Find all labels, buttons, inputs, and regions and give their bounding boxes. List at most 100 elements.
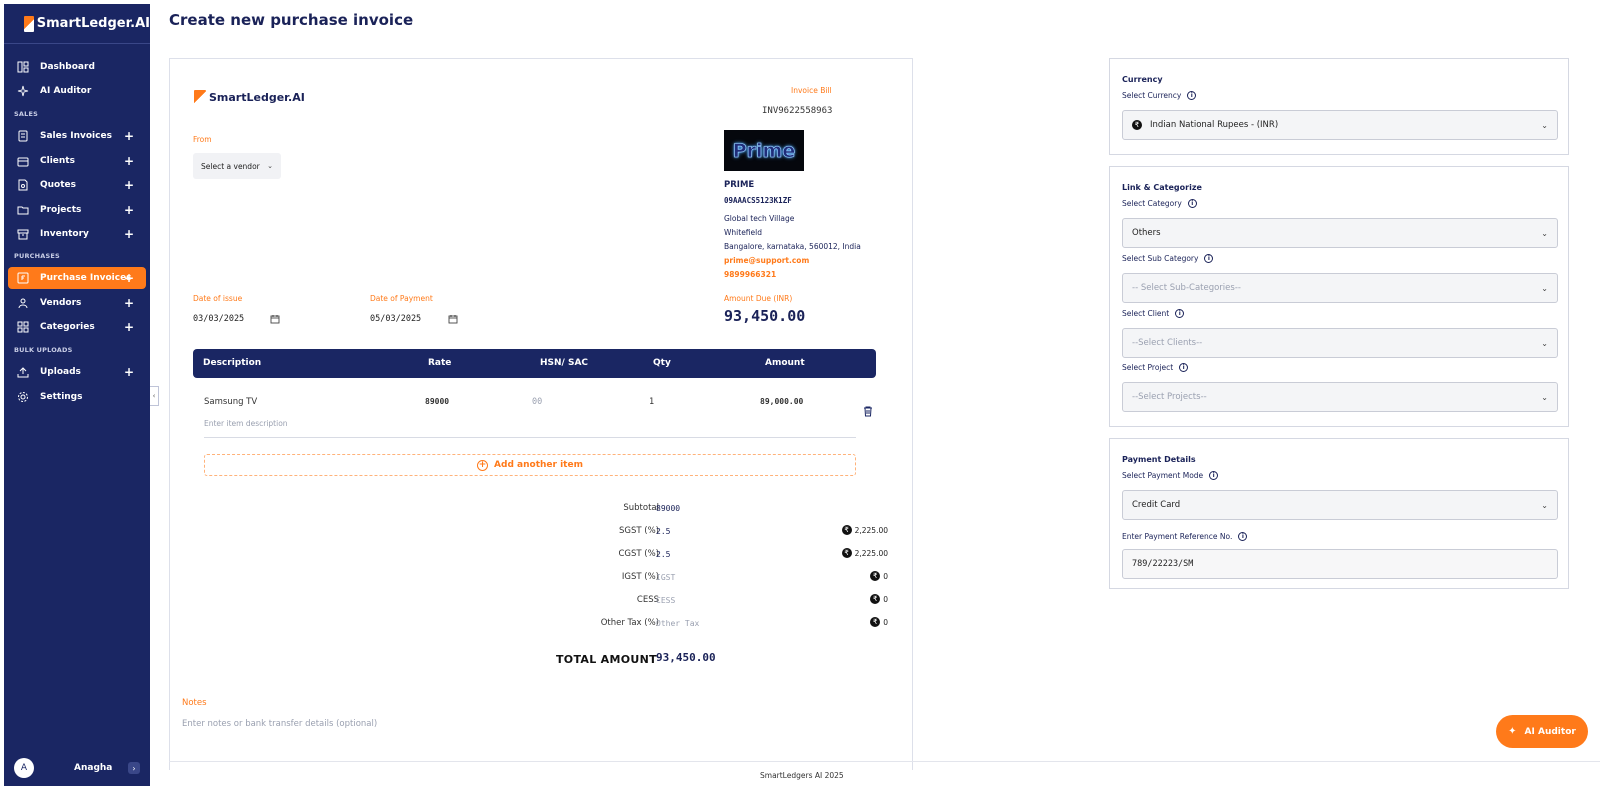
chevron-down-icon: ⌄ [1541,228,1548,238]
sidebar-item-settings[interactable]: Settings [8,386,146,408]
subcategory-field-label: Select Sub Category i [1122,254,1214,263]
client-field-label: Select Client i [1122,309,1185,318]
payment-mode-select[interactable]: Credit Card ⌄ [1122,490,1558,520]
sidebar-item-categories[interactable]: Categories + [8,316,146,338]
sidebar-collapse-toggle[interactable]: ‹ [150,386,159,406]
items-table-header: Description Rate HSN/ SAC Qty Amount [193,349,876,378]
project-label-text: Select Project [1122,363,1174,372]
sidebar-item-vendors[interactable]: Vendors + [8,292,146,314]
amount-due-label: Amount Due (INR) [724,294,793,303]
currency-select-value: Indian National Rupees - (INR) [1150,120,1279,130]
sidebar-item-label: Clients [40,156,75,166]
sidebar-item-label: Dashboard [40,62,95,72]
subtotal-label: Subtotal [623,503,659,513]
calendar-icon[interactable] [448,314,458,324]
client-select[interactable]: --Select Clients-- ⌄ [1122,328,1558,358]
info-icon[interactable]: i [1175,309,1185,318]
row-divider [204,437,856,438]
item-amount: 89,000.00 [760,397,804,406]
sidebar-item-ai-auditor[interactable]: AI Auditor [8,80,146,102]
total-amount-label: TOTAL AMOUNT [556,653,657,666]
chevron-down-icon: ⌄ [1541,338,1548,348]
client-label-text: Select Client [1122,309,1170,318]
sidebar-item-label: Categories [40,322,95,332]
cess-input[interactable]: CESS [656,596,675,605]
sidebar-item-projects[interactable]: Projects + [8,199,146,221]
item-rate-input[interactable]: 89000 [425,397,449,406]
add-upload-icon[interactable]: + [124,365,134,379]
sparkle-icon [17,85,29,97]
trash-icon[interactable] [862,405,874,417]
sidebar-item-label: Purchase Invoices [40,273,132,283]
add-item-label: Add another item [494,460,583,470]
section-sales: SALES [14,110,38,118]
invoice-card: SmartLedger.AI From Select a vendor ⌄ In… [169,58,913,770]
sidebar-item-uploads[interactable]: Uploads + [8,361,146,383]
add-inventory-icon[interactable]: + [124,227,134,241]
sidebar-item-dashboard[interactable]: Dashboard [8,56,146,78]
sidebar-item-quotes[interactable]: Quotes + [8,174,146,196]
sidebar-item-inventory[interactable]: Inventory + [8,223,146,245]
payment-reference-input[interactable]: 789/22223/SM [1122,549,1558,579]
vendor-select-value: Select a vendor [201,161,260,171]
cgst-input[interactable]: 2.5 [656,550,670,559]
subcategory-select[interactable]: -- Select Sub-Categories-- ⌄ [1122,273,1558,303]
project-select-value: --Select Projects-- [1132,392,1207,402]
subcategory-label-text: Select Sub Category [1122,254,1199,263]
add-vendor-icon[interactable]: + [124,296,134,310]
project-field-label: Select Project i [1122,363,1189,372]
chevron-right-icon[interactable]: › [128,762,140,774]
sidebar-item-purchase-invoices[interactable]: Purchase Invoices + [8,267,146,289]
sgst-input[interactable]: 2.5 [656,527,670,536]
project-select[interactable]: --Select Projects-- ⌄ [1122,382,1558,412]
add-purchase-invoice-icon[interactable]: + [124,271,134,285]
date-issue-input[interactable]: 03/03/2025 [193,314,244,324]
item-hsn-input[interactable]: 00 [532,397,542,407]
cess-amount: ₹0 [870,594,888,604]
user-profile[interactable]: A Anagha › [4,750,150,786]
info-icon[interactable]: i [1187,91,1197,100]
total-amount-value: 93,450.00 [656,651,716,664]
ai-auditor-button[interactable]: ✦ AI Auditor [1496,715,1588,748]
currency-select[interactable]: ₹ Indian National Rupees - (INR) ⌄ [1122,110,1558,140]
info-icon[interactable]: i [1179,363,1189,372]
sidebar-item-sales-invoices[interactable]: Sales Invoices + [8,125,146,147]
calendar-icon[interactable] [270,314,280,324]
info-icon[interactable]: i [1209,471,1219,480]
add-quote-icon[interactable]: + [124,178,134,192]
sidebar-item-label: Projects [40,205,82,215]
other-tax-input[interactable]: Other Tax [656,619,699,628]
add-client-icon[interactable]: + [124,154,134,168]
add-category-icon[interactable]: + [124,320,134,334]
igst-amount: ₹0 [870,571,888,581]
item-description-input[interactable]: Samsung TV [204,397,257,407]
item-description-placeholder[interactable]: Enter item description [204,419,288,428]
column-hsn: HSN/ SAC [540,358,589,368]
chevron-down-icon: ⌄ [267,162,273,170]
add-project-icon[interactable]: + [124,203,134,217]
rupee-icon: ₹ [841,525,852,535]
vendor-address-line3: Bangalore, karnataka, 560012, India [724,242,861,251]
category-select[interactable]: Others ⌄ [1122,218,1558,248]
add-item-button[interactable]: + Add another item [204,454,856,476]
payment-reference-value: 789/22223/SM [1132,559,1194,569]
info-icon[interactable]: i [1238,532,1248,541]
igst-input[interactable]: IGST [656,573,675,582]
vendor-email[interactable]: prime@support.com [724,256,809,265]
sidebar-item-clients[interactable]: Clients + [8,150,146,172]
item-qty-input[interactable]: 1 [649,397,654,407]
subcategory-select-value: -- Select Sub-Categories-- [1132,283,1241,293]
chevron-down-icon: ⌄ [1541,283,1548,293]
date-payment-label: Date of Payment [370,294,433,303]
payment-mode-select-value: Credit Card [1132,500,1181,510]
sidebar-brand[interactable]: SmartLedger.AI [4,4,150,44]
rupee-icon: ₹ [1132,120,1142,130]
vendor-address-line1: Global tech Village [724,214,795,223]
date-payment-input[interactable]: 05/03/2025 [370,314,421,324]
info-icon[interactable]: i [1187,199,1197,208]
vendor-select[interactable]: Select a vendor ⌄ [193,153,281,179]
add-sales-invoice-icon[interactable]: + [124,129,134,143]
notes-input[interactable]: Enter notes or bank transfer details (op… [182,719,377,729]
dashboard-icon [17,61,29,73]
info-icon[interactable]: i [1204,254,1214,263]
